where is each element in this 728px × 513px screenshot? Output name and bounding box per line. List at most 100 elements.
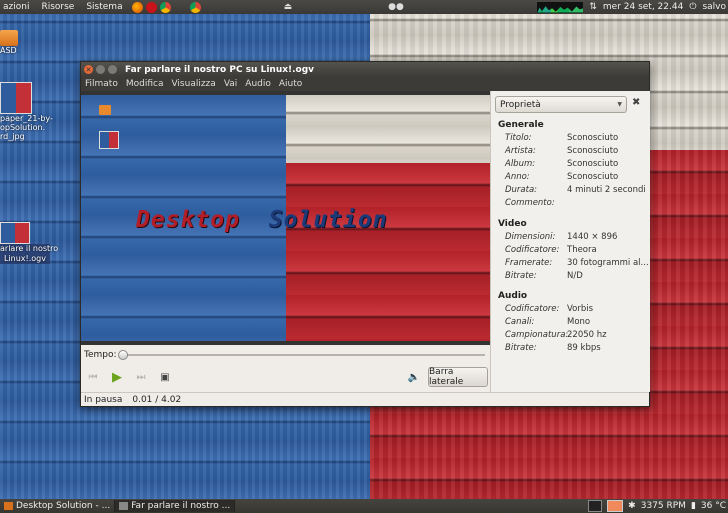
video-thumbnail-icon (99, 131, 119, 149)
cpu-temperature: 36 °C (700, 501, 726, 511)
property-value: 22050 hz (567, 330, 607, 340)
section-general: Generale (498, 120, 544, 130)
window-content: Desktop Solution Tempo: ⏮ ▶ ⏭ ▣ 🔈 Barra … (81, 91, 650, 407)
desktop-image-file[interactable]: paper_21-by- opSolution. rd_jpg (0, 82, 53, 141)
menu-filmato[interactable]: Filmato (81, 79, 122, 89)
menu-applications[interactable]: azioni (0, 2, 32, 12)
top-panel: azioni Risorse Sistema ⏏ ●● ⇅ mer 24 set… (0, 0, 728, 14)
maximize-window-button[interactable] (108, 65, 117, 74)
username[interactable]: salvo (702, 2, 726, 12)
property-key: Framerate: (505, 258, 553, 268)
workspace-icon[interactable] (607, 500, 624, 512)
property-value: 89 kbps (567, 343, 601, 353)
close-sidebar-icon[interactable]: ✖ (632, 97, 640, 108)
video-player-window: ✕ Far parlare il nostro PC su Linux!.ogv… (80, 61, 650, 407)
folder-icon (4, 502, 13, 510)
task-desktop-solution[interactable]: Desktop Solution - ... (0, 500, 116, 512)
property-value: Mono (567, 317, 591, 327)
seek-slider[interactable] (119, 354, 485, 356)
video-logo: Desktop Solution (136, 207, 388, 233)
play-icon[interactable]: ▶ (109, 370, 125, 385)
menubar: Filmato Modifica Visualizza Vai Audio Ai… (81, 77, 649, 91)
property-value: 30 fotogrammi al... (567, 258, 649, 268)
menu-audio[interactable]: Audio (241, 79, 275, 89)
chrome-icon[interactable] (159, 1, 171, 13)
video-red-planks (286, 163, 490, 341)
desktop-video-file[interactable]: arlare il nostro Linux!.ogv (0, 222, 59, 264)
property-key: Codificatore: (505, 304, 560, 314)
desktop-folder[interactable]: ASD (0, 30, 20, 55)
firefox-icon[interactable] (131, 1, 143, 13)
property-value: 1440 × 896 (567, 232, 618, 242)
close-window-button[interactable]: ✕ (84, 65, 93, 74)
playback-controls: ⏮ ▶ ⏭ ▣ 🔈 Barra laterale (81, 366, 490, 390)
property-row: Framerate: 30 fotogrammi al... (505, 258, 650, 270)
status-bar: In pausa 0.01 / 4.02 (81, 392, 649, 407)
menu-aiuto[interactable]: Aiuto (275, 79, 306, 89)
terminal-icon[interactable] (588, 500, 603, 512)
sidebar-select[interactable]: Proprietà ▼ (495, 96, 627, 113)
property-value: N/D (567, 271, 583, 281)
window-titlebar[interactable]: ✕ Far parlare il nostro PC su Linux!.ogv (81, 62, 649, 77)
menu-vai[interactable]: Vai (220, 79, 241, 89)
time-label: Tempo: (84, 350, 117, 360)
property-value: Sconosciuto (567, 159, 619, 169)
network-graph-icon (537, 1, 584, 13)
property-key: Bitrate: (505, 343, 537, 353)
property-row: Campionatura: 22050 hz (505, 330, 650, 342)
property-value: Sconosciuto (567, 146, 619, 156)
property-row: Album: Sconosciuto (505, 159, 650, 171)
lens-icon[interactable]: ●● (388, 2, 404, 12)
property-row: Dimensioni: 1440 × 896 (505, 232, 650, 244)
chromium-icon[interactable] (189, 1, 201, 13)
video-white-planks (286, 95, 490, 163)
menu-places[interactable]: Risorse (38, 2, 77, 12)
properties-sidebar: Proprietà ▼ ✖ Generale Titolo: Sconosciut… (490, 91, 650, 392)
eject-icon[interactable]: ⏏ (284, 2, 293, 12)
property-key: Bitrate: (505, 271, 537, 281)
sidebar-toggle-button[interactable]: Barra laterale (428, 367, 488, 387)
section-audio: Audio (498, 291, 528, 301)
desktop-folder-label: ASD (0, 46, 17, 55)
volume-icon[interactable]: 🔈 (406, 370, 422, 384)
menu-visualizza[interactable]: Visualizza (167, 79, 219, 89)
property-row: Anno: Sconosciuto (505, 172, 650, 184)
task-video-player[interactable]: Far parlare il nostro ... (115, 500, 236, 512)
fullscreen-icon[interactable]: ▣ (157, 370, 173, 384)
network-transfer-icon[interactable]: ⇅ (589, 2, 597, 12)
folder-icon (0, 30, 18, 46)
minimize-window-button[interactable] (96, 65, 105, 74)
clock[interactable]: mer 24 set, 22.44 (603, 2, 683, 12)
task-label: Desktop Solution - ... (16, 501, 111, 511)
property-key: Codificatore: (505, 245, 560, 255)
task-label: Far parlare il nostro ... (131, 501, 231, 511)
video-logo-word-1: Desktop (136, 207, 240, 233)
next-icon[interactable]: ⏭ (133, 370, 149, 384)
status-time: 0.01 / 4.02 (132, 395, 182, 405)
property-value: Sconosciuto (567, 172, 619, 182)
property-key: Campionatura: (505, 330, 569, 340)
property-row: Codificatore: Theora (505, 245, 650, 257)
menu-modifica[interactable]: Modifica (122, 79, 168, 89)
property-row: Canali: Mono (505, 317, 650, 329)
thermometer-icon: ▮ (690, 501, 696, 511)
property-key: Titolo: (505, 133, 532, 143)
status-state: In pausa (84, 395, 123, 405)
property-row: Commento: (505, 198, 650, 210)
timeline: Tempo: (81, 347, 490, 363)
property-row: Titolo: Sconosciuto (505, 133, 650, 145)
video-area[interactable]: Desktop Solution (81, 91, 490, 345)
property-key: Anno: (505, 172, 530, 182)
desktop-video-label: arlare il nostro Linux!.ogv (0, 244, 59, 264)
chevron-down-icon: ▼ (617, 101, 622, 108)
power-icon[interactable]: ⏻ (689, 2, 696, 12)
property-value: Theora (567, 245, 597, 255)
video-thumbnail-icon (0, 222, 30, 244)
menu-system[interactable]: Sistema (83, 2, 125, 12)
fan-speed: 3375 RPM (640, 501, 686, 511)
previous-icon[interactable]: ⏮ (85, 370, 101, 384)
property-row: Durata: 4 minuti 2 secondi (505, 185, 650, 197)
opera-icon[interactable] (145, 1, 157, 13)
video-folder-icon (99, 105, 111, 115)
seek-slider-knob[interactable] (117, 350, 128, 360)
